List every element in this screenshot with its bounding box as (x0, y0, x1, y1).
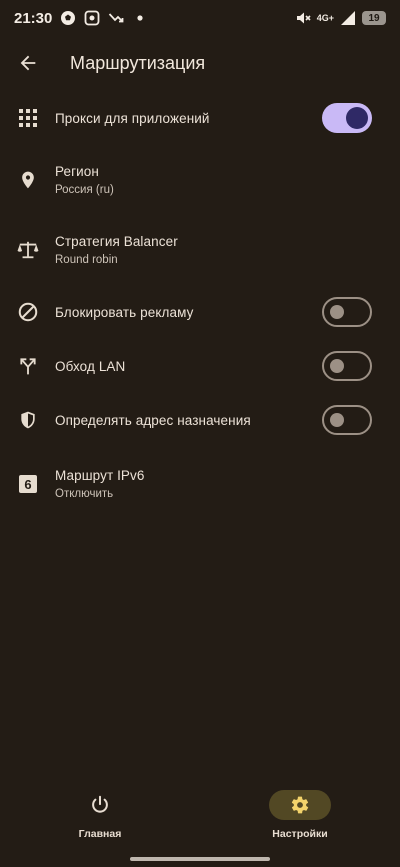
setting-label: Стратегия Balancer (55, 234, 178, 249)
fork-arrows-icon (16, 354, 40, 378)
screenshot-icon (84, 10, 100, 26)
missed-call-icon (108, 10, 124, 26)
six-badge-icon: 6 (16, 472, 40, 496)
setting-label: Блокировать рекламу (55, 304, 194, 320)
signal-icon (340, 10, 356, 26)
setting-texts: Блокировать рекламу (55, 305, 193, 320)
setting-texts: Стратегия Balancer Round robin (55, 234, 178, 266)
status-left: 21:30 (14, 10, 148, 27)
status-bar: 21:30 4G+ 19 (0, 0, 400, 36)
network-type: 4G+ (316, 13, 334, 23)
nav-pill-active (269, 790, 331, 820)
page-title: Маршрутизация (70, 52, 206, 73)
block-ads-switch[interactable] (322, 297, 372, 327)
setting-label: Маршрут IPv6 (55, 468, 145, 483)
back-button[interactable] (8, 43, 48, 83)
setting-texts: Маршрут IPv6 Отключить (55, 468, 145, 500)
setting-ipv6-route[interactable]: 6 Маршрут IPv6 Отключить (0, 462, 400, 506)
setting-label: Определять адрес назначения (55, 412, 251, 428)
setting-value: Отключить (55, 488, 114, 500)
detect-destination-switch[interactable] (322, 405, 372, 435)
setting-texts: Определять адрес назначения (55, 413, 251, 428)
arrow-left-icon (20, 55, 36, 71)
setting-balancer-strategy[interactable]: Стратегия Balancer Round robin (0, 228, 400, 272)
status-time: 21:30 (14, 9, 53, 27)
switch-knob (330, 413, 344, 427)
gear-icon (291, 796, 309, 814)
battery-indicator: 19 (362, 11, 386, 25)
gesture-home-indicator[interactable] (130, 857, 270, 861)
status-right: 4G+ 19 (295, 10, 386, 26)
app-proxy-switch[interactable] (322, 103, 372, 133)
nav-label-home: Главная (78, 828, 122, 840)
svg-text:6: 6 (24, 477, 31, 492)
setting-detect-destination[interactable]: Определять адрес назначения (0, 400, 400, 440)
setting-value: Round robin (55, 254, 118, 266)
bottom-navigation: Главная Настройки (0, 776, 400, 850)
switch-knob (330, 305, 344, 319)
setting-region[interactable]: Регион Россия (ru) (0, 158, 400, 202)
soccer-ball-icon (60, 10, 76, 26)
bypass-lan-switch[interactable] (322, 351, 372, 381)
apps-grid-icon (16, 106, 40, 130)
setting-texts: Обход LAN (55, 359, 125, 374)
block-icon (16, 300, 40, 324)
setting-texts: Регион Россия (ru) (55, 164, 114, 196)
setting-texts: Прокси для приложений (55, 111, 210, 126)
shield-icon (16, 408, 40, 432)
nav-item-settings[interactable]: Настройки (240, 790, 360, 840)
notification-dot-icon (132, 10, 148, 26)
nav-item-home[interactable]: Главная (40, 790, 160, 840)
setting-value: Россия (ru) (55, 184, 114, 196)
switch-knob (330, 359, 344, 373)
setting-label: Обход LAN (55, 358, 126, 374)
nav-pill (69, 790, 131, 820)
nav-label-settings: Настройки (272, 828, 328, 840)
power-icon (92, 795, 108, 813)
scale-icon (16, 238, 40, 262)
setting-bypass-lan[interactable]: Обход LAN (0, 346, 400, 386)
switch-knob (346, 107, 368, 129)
setting-label: Прокси для приложений (55, 110, 210, 126)
setting-block-ads[interactable]: Блокировать рекламу (0, 292, 400, 332)
top-app-bar: Маршрутизация (0, 36, 400, 90)
location-pin-icon (16, 168, 40, 192)
setting-app-proxy[interactable]: Прокси для приложений (0, 97, 400, 139)
routing-screen: 21:30 4G+ 19 Маршрутизация Прокси для пр… (0, 0, 400, 867)
mute-icon (295, 10, 311, 26)
setting-label: Регион (55, 164, 99, 179)
